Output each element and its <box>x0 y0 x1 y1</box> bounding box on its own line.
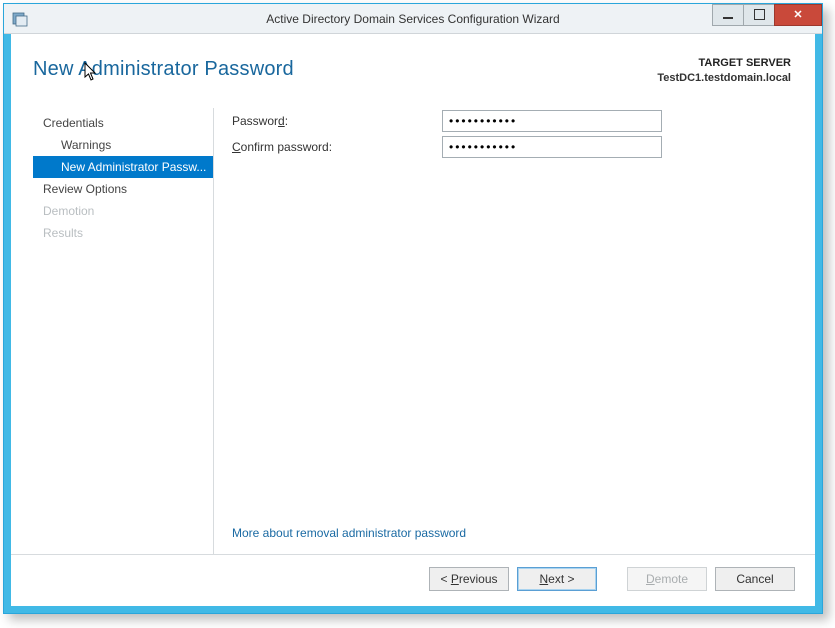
next-button[interactable]: Next > <box>517 567 597 591</box>
confirm-password-row: Confirm password: <box>232 134 793 160</box>
wizard-nav: Credentials Warnings New Administrator P… <box>33 108 213 554</box>
nav-item-new-admin-password[interactable]: New Administrator Passw... <box>33 156 213 178</box>
confirm-password-input[interactable] <box>442 136 662 158</box>
titlebar[interactable]: Active Directory Domain Services Configu… <box>4 4 822 34</box>
target-server-block: TARGET SERVER TestDC1.testdomain.local <box>657 56 791 86</box>
nav-item-review-options[interactable]: Review Options <box>33 178 213 200</box>
previous-button[interactable]: < Previous <box>429 567 509 591</box>
nav-item-warnings[interactable]: Warnings <box>33 134 213 156</box>
form-area: Password: Confirm password: <box>232 108 793 516</box>
header: New Administrator Password TARGET SERVER… <box>33 56 793 86</box>
help-link[interactable]: More about removal administrator passwor… <box>232 526 466 540</box>
password-row: Password: <box>232 108 793 134</box>
maximize-button[interactable] <box>743 4 775 26</box>
password-label: Password: <box>232 114 442 128</box>
password-input[interactable] <box>442 110 662 132</box>
nav-item-results: Results <box>33 222 213 244</box>
wizard-window: Active Directory Domain Services Configu… <box>3 3 823 614</box>
app-icon <box>12 11 28 27</box>
window-chrome: New Administrator Password TARGET SERVER… <box>4 34 822 613</box>
nav-item-demotion: Demotion <box>33 200 213 222</box>
nav-item-credentials[interactable]: Credentials <box>33 112 213 134</box>
help-link-row: More about removal administrator passwor… <box>232 516 793 554</box>
footer: < Previous Next > Demote Cancel <box>11 554 815 606</box>
main-row: Credentials Warnings New Administrator P… <box>33 108 793 554</box>
cancel-button[interactable]: Cancel <box>715 567 795 591</box>
window-body: New Administrator Password TARGET SERVER… <box>11 34 815 606</box>
page-title: New Administrator Password <box>33 58 294 81</box>
target-server-name: TestDC1.testdomain.local <box>657 71 791 86</box>
content-pane: Password: Confirm password: More <box>213 108 793 554</box>
window-controls <box>713 4 822 26</box>
target-server-label: TARGET SERVER <box>657 56 791 71</box>
demote-button: Demote <box>627 567 707 591</box>
confirm-password-label: Confirm password: <box>232 140 442 154</box>
minimize-button[interactable] <box>712 4 744 26</box>
close-button[interactable] <box>774 4 822 26</box>
window-title: Active Directory Domain Services Configu… <box>4 12 822 26</box>
